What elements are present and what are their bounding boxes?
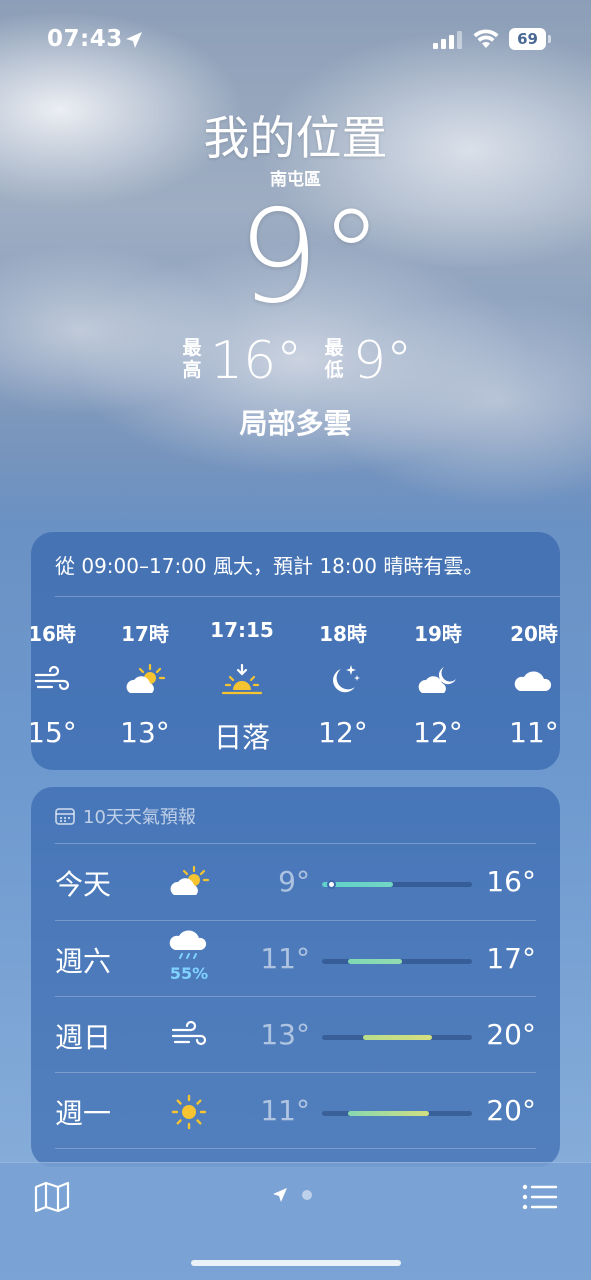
high-label-char-1: 最	[182, 337, 202, 359]
hour-temp: 11°	[509, 716, 559, 749]
divider	[55, 1148, 536, 1149]
weather-condition: 局部多雲	[239, 407, 352, 440]
hour-temp: 15°	[31, 716, 77, 749]
day-high: 20°	[486, 1094, 536, 1127]
location-arrow-icon[interactable]	[272, 1187, 288, 1203]
sunset-icon	[197, 660, 287, 700]
divider	[55, 596, 560, 597]
partly-sunny-icon	[165, 851, 213, 915]
daily-row[interactable]: 週日 13° 20°	[55, 998, 536, 1074]
status-time: 07:43	[47, 26, 123, 52]
sun-icon	[165, 1080, 213, 1144]
temperature-range-bar	[322, 879, 472, 889]
temperature-range-bar	[322, 959, 472, 964]
hour-time: 20時	[510, 622, 558, 646]
daily-forecast-title: 10天天氣預報	[83, 807, 196, 828]
precipitation-chance: 55%	[169, 964, 209, 983]
low-temp: 9°	[353, 331, 413, 391]
temperature-range-fill	[362, 1035, 432, 1040]
status-bar: 07:43 69	[0, 24, 591, 56]
home-indicator[interactable]	[191, 1260, 401, 1266]
day-low: 11°	[260, 1094, 310, 1127]
wifi-icon	[473, 29, 499, 48]
map-icon[interactable]	[34, 1181, 70, 1213]
day-high: 17°	[486, 942, 536, 975]
temperature-range-bar	[322, 1111, 472, 1116]
partly-sunny-icon	[100, 660, 190, 700]
day-low: 13°	[260, 1018, 310, 1051]
day-high: 16°	[486, 865, 536, 898]
current-temp-marker	[327, 879, 336, 889]
battery-tip	[548, 35, 551, 43]
hourly-item: 20時 11°	[489, 618, 560, 749]
battery-indicator: 69	[509, 28, 551, 50]
wind-icon	[31, 660, 97, 700]
day-name: 週一	[55, 1097, 112, 1130]
hourly-item: 19時 12°	[393, 618, 483, 749]
rain-icon: 55%	[165, 928, 213, 992]
battery-level: 69	[509, 28, 546, 50]
page-dot[interactable]	[302, 1190, 312, 1200]
hour-time: 16時	[31, 622, 76, 646]
moon-stars-icon	[298, 660, 388, 700]
hour-temp: 12°	[413, 716, 463, 749]
location-title: 我的位置	[203, 111, 388, 165]
day-low: 11°	[260, 942, 310, 975]
daily-row[interactable]: 週一 11° 20°	[55, 1074, 536, 1150]
hour-time: 17:15	[210, 618, 274, 642]
cellular-signal-icon	[433, 31, 462, 49]
divider	[55, 1072, 536, 1073]
partly-cloudy-night-icon	[393, 660, 483, 700]
temperature-range-bar	[322, 1035, 472, 1040]
location-arrow-icon	[126, 32, 142, 48]
hourly-item: 17時 13°	[100, 618, 190, 749]
day-name: 週六	[55, 945, 112, 978]
calendar-icon	[55, 808, 75, 825]
daily-forecast-panel[interactable]: 10天天氣預報 今天 9° 16° 週六 55% 11° 17° 週日 13° …	[31, 787, 560, 1167]
daily-row[interactable]: 今天 9° 16°	[55, 845, 536, 921]
daily-row[interactable]: 週六 55% 11° 17°	[55, 922, 536, 998]
hour-time: 17時	[121, 622, 169, 646]
low-label-char-2: 低	[324, 359, 344, 381]
list-icon[interactable]	[522, 1183, 558, 1211]
hourly-item: 16時 15°	[31, 618, 97, 749]
temperature-range-fill	[347, 1111, 429, 1116]
divider	[55, 843, 536, 844]
hour-time: 18時	[319, 622, 367, 646]
page-indicator[interactable]	[272, 1187, 312, 1203]
hour-temp: 日落	[213, 721, 270, 754]
hourly-item: 17:15 日落	[197, 618, 287, 756]
divider	[55, 996, 536, 997]
low-label-char-1: 最	[324, 337, 344, 359]
high-temp: 16°	[210, 331, 303, 391]
hour-temp: 12°	[318, 716, 368, 749]
current-temperature: 9°	[237, 183, 384, 332]
temperature-range-fill	[347, 959, 402, 964]
daily-forecast-header: 10天天氣預報	[55, 803, 196, 829]
bottom-toolbar	[0, 1162, 591, 1280]
hourly-forecast-panel[interactable]: 從 09:00–17:00 風大，預計 18:00 晴時有雲。 16時 15° …	[31, 532, 560, 770]
day-high: 20°	[486, 1018, 536, 1051]
day-low: 9°	[278, 865, 310, 898]
divider	[55, 920, 536, 921]
cloud-icon	[489, 660, 560, 700]
day-name: 今天	[55, 868, 112, 901]
hour-temp: 13°	[120, 716, 170, 749]
forecast-summary: 從 09:00–17:00 風大，預計 18:00 晴時有雲。	[55, 554, 484, 578]
hour-time: 19時	[414, 622, 462, 646]
low-label: 最 低	[323, 337, 345, 381]
wind-icon	[165, 1004, 213, 1068]
high-label-char-2: 高	[182, 359, 202, 381]
hourly-item: 18時 12°	[298, 618, 388, 749]
high-label: 最 高	[181, 337, 203, 381]
day-name: 週日	[55, 1021, 112, 1054]
high-low-temps: 最 高 16° 最 低 9°	[0, 333, 591, 389]
